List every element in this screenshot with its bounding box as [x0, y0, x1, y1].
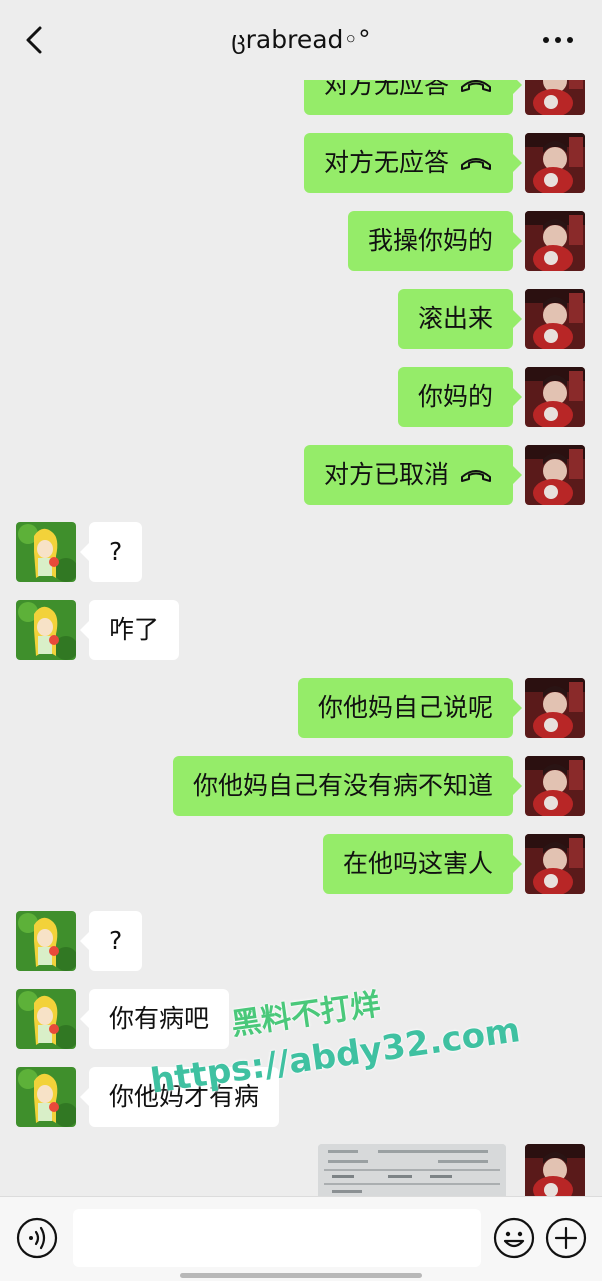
- contact-avatar[interactable]: [16, 989, 76, 1049]
- plus-circle-icon[interactable]: [545, 1217, 587, 1259]
- my-avatar[interactable]: [525, 756, 585, 816]
- message-bubble[interactable]: 对方无应答: [303, 133, 523, 193]
- sent-message: 滚出来: [0, 289, 602, 349]
- my-avatar[interactable]: [525, 80, 585, 115]
- message-text: 咋了: [109, 615, 160, 644]
- chat-header: ცrabread◦°: [0, 0, 602, 80]
- my-avatar[interactable]: [525, 445, 585, 505]
- message-text: 你他妈自己说呢: [317, 693, 493, 722]
- my-avatar[interactable]: [525, 289, 585, 349]
- contact-avatar[interactable]: [16, 911, 76, 971]
- voice-icon[interactable]: [16, 1217, 58, 1259]
- my-avatar[interactable]: [525, 1144, 585, 1196]
- message-bubble[interactable]: 咋了: [79, 600, 180, 660]
- contact-avatar[interactable]: [16, 600, 76, 660]
- message-bubble[interactable]: 你有病吧: [79, 989, 230, 1049]
- sent-message: 对方无应答: [0, 133, 602, 193]
- received-message: ?: [0, 522, 602, 582]
- call-icon: [461, 158, 491, 170]
- call-icon: [461, 80, 491, 92]
- image-message[interactable]: [318, 1144, 506, 1196]
- sent-message: 你妈的: [0, 367, 602, 427]
- message-text: 滚出来: [417, 304, 493, 333]
- message-text: 我操你妈的: [367, 226, 493, 255]
- received-message: ?: [0, 911, 602, 971]
- message-bubble[interactable]: 对方无应答: [303, 80, 523, 115]
- sent-message: 我操你妈的: [0, 211, 602, 271]
- message-text: 在他吗这害人: [342, 849, 493, 878]
- my-avatar[interactable]: [525, 678, 585, 738]
- message-text: 你他妈自己有没有病不知道: [192, 771, 493, 800]
- sent-message: 对方无应答: [0, 80, 602, 115]
- message-text: 你妈的: [417, 382, 493, 411]
- message-text: 对方无应答: [323, 80, 449, 99]
- my-avatar[interactable]: [525, 211, 585, 271]
- message-bubble[interactable]: ?: [79, 911, 143, 971]
- message-bubble[interactable]: 你他妈自己有没有病不知道: [172, 756, 523, 816]
- message-bubble[interactable]: 我操你妈的: [347, 211, 523, 271]
- message-text: 你有病吧: [109, 1004, 210, 1033]
- message-bubble[interactable]: 对方已取消: [303, 445, 523, 505]
- home-indicator: [180, 1273, 422, 1278]
- emoji-icon[interactable]: [493, 1217, 535, 1259]
- more-dots-icon[interactable]: [538, 22, 578, 58]
- chat-title: ცrabread◦°: [231, 25, 371, 54]
- sent-message: 你他妈自己有没有病不知道: [0, 756, 602, 816]
- my-avatar[interactable]: [525, 133, 585, 193]
- contact-avatar[interactable]: [16, 522, 76, 582]
- message-text: 对方无应答: [323, 148, 449, 177]
- document-thumbnail: [318, 1144, 506, 1196]
- sent-message: 对方已取消: [0, 445, 602, 505]
- message-bubble[interactable]: 滚出来: [397, 289, 523, 349]
- contact-avatar[interactable]: [16, 1067, 76, 1127]
- sent-message: 在他吗这害人: [0, 834, 602, 894]
- my-avatar[interactable]: [525, 834, 585, 894]
- received-message: 咋了: [0, 600, 602, 660]
- my-avatar[interactable]: [525, 367, 585, 427]
- call-icon: [461, 470, 491, 482]
- message-bubble[interactable]: 你他妈自己说呢: [297, 678, 523, 738]
- message-bubble[interactable]: 在他吗这害人: [322, 834, 523, 894]
- message-bubble[interactable]: 你妈的: [397, 367, 523, 427]
- message-input[interactable]: [73, 1209, 481, 1267]
- message-text: ?: [109, 926, 123, 955]
- message-bubble[interactable]: ?: [79, 522, 143, 582]
- sent-message: 你他妈自己说呢: [0, 678, 602, 738]
- message-text: 对方已取消: [323, 460, 449, 489]
- input-bar: [0, 1196, 602, 1281]
- message-text: ?: [109, 537, 123, 566]
